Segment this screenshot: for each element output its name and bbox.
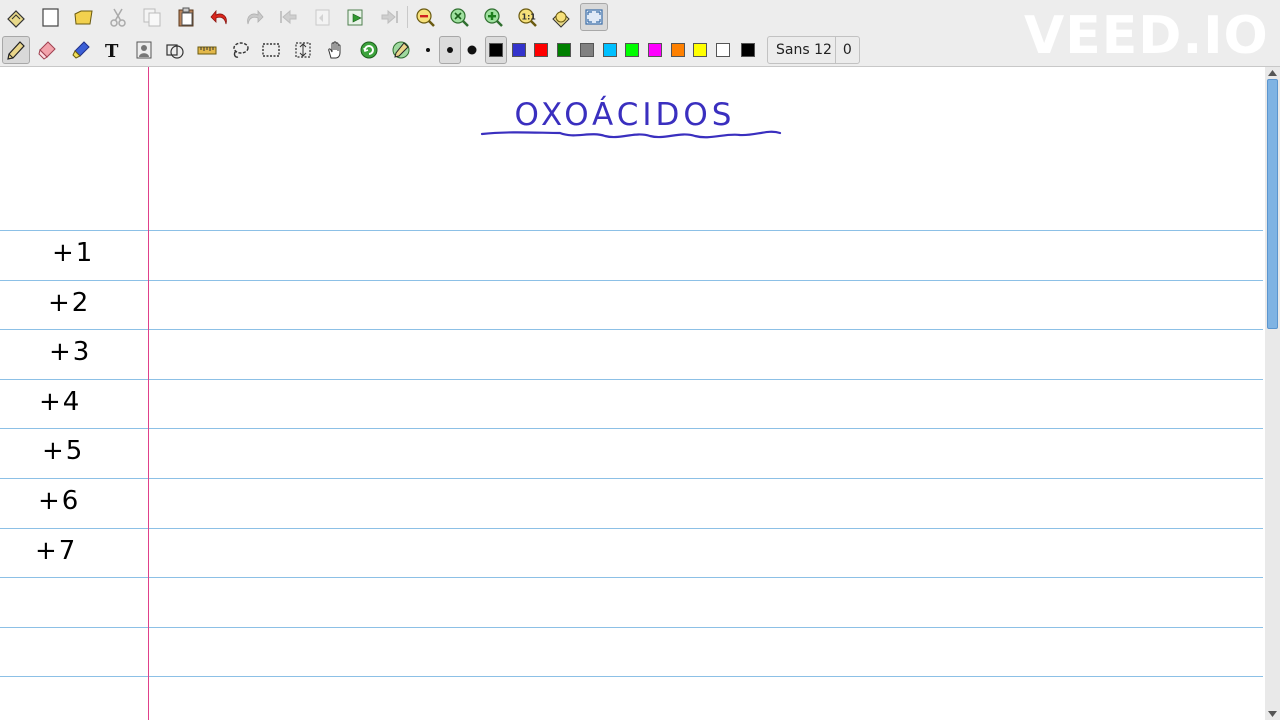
ruled-line (0, 329, 1263, 330)
ruled-line (0, 478, 1263, 479)
margin-line (148, 67, 149, 720)
color-swatch-2[interactable] (530, 36, 552, 64)
paste-icon[interactable] (172, 3, 200, 31)
undo-icon[interactable] (206, 3, 234, 31)
fullscreen-icon[interactable] (580, 3, 608, 31)
color-swatch-0[interactable] (485, 36, 507, 64)
vertical-scrollbar[interactable] (1265, 67, 1280, 720)
ruled-line (0, 230, 1263, 231)
current-color-button[interactable] (737, 36, 759, 64)
oxidation-state-label: +1 (52, 238, 95, 268)
font-name: Sans 12 (776, 42, 832, 58)
scrollbar-thumb[interactable] (1267, 79, 1278, 329)
annotate-pdf-icon[interactable] (547, 3, 575, 31)
color-swatch-9[interactable] (689, 36, 711, 64)
ruled-line (0, 676, 1263, 677)
color-swatch-5[interactable] (599, 36, 621, 64)
shape-recognizer-icon[interactable] (161, 36, 189, 64)
svg-text:T: T (105, 41, 119, 61)
toolbar: 1:1 VEED.IO T Sans 12 0 (0, 0, 1280, 67)
highlighter-icon[interactable] (67, 36, 95, 64)
ruled-line (0, 528, 1263, 529)
new-document-icon[interactable] (2, 3, 30, 31)
toolbar-row-tools: T Sans 12 0 (0, 33, 1280, 66)
color-swatch-fill (625, 43, 639, 57)
color-swatch-4[interactable] (576, 36, 598, 64)
lasso-select-icon[interactable] (226, 36, 254, 64)
color-swatch-fill (693, 43, 707, 57)
cut-icon[interactable] (104, 3, 132, 31)
color-swatch-fill (603, 43, 617, 57)
zoom-in-icon[interactable] (479, 3, 507, 31)
color-swatch-fill (671, 43, 685, 57)
new-page-icon[interactable] (36, 3, 64, 31)
text-icon[interactable]: T (98, 36, 126, 64)
title-text: OXOÁCIDOS (515, 97, 736, 133)
oxidation-state-label: +4 (39, 387, 82, 417)
oxidation-state-label: +3 (49, 337, 92, 367)
ruled-line (0, 577, 1263, 578)
color-swatch-3[interactable] (553, 36, 575, 64)
pen-icon[interactable] (2, 36, 30, 64)
color-swatch-fill (512, 43, 526, 57)
oxidation-state-label: +7 (35, 536, 78, 566)
first-page-icon[interactable] (274, 3, 302, 31)
oxidation-state-label: +2 (48, 288, 91, 318)
pen-size-medium[interactable] (439, 36, 461, 64)
previous-page-icon[interactable] (308, 3, 336, 31)
color-swatch-fill (648, 43, 662, 57)
open-folder-icon[interactable] (70, 3, 98, 31)
ruled-line (0, 379, 1263, 380)
color-swatch-fill (489, 43, 503, 57)
vertical-space-icon[interactable] (289, 36, 317, 64)
color-swatch-1[interactable] (508, 36, 530, 64)
hand-shape-icon[interactable] (387, 36, 415, 64)
color-swatch-fill (716, 43, 730, 57)
zoom-100-icon[interactable]: 1:1 (513, 3, 541, 31)
color-swatch-6[interactable] (621, 36, 643, 64)
color-swatch-fill (557, 43, 571, 57)
rectangle-select-icon[interactable] (257, 36, 285, 64)
handwritten-title: OXOÁCIDOS (480, 97, 782, 139)
oxidation-state-label: +5 (42, 436, 85, 466)
scroll-up-arrow-icon[interactable] (1265, 67, 1280, 79)
color-swatch-8[interactable] (667, 36, 689, 64)
ruled-line (0, 428, 1263, 429)
ruler-icon[interactable] (193, 36, 221, 64)
color-swatch-7[interactable] (644, 36, 666, 64)
notebook-page[interactable]: OXOÁCIDOS +1 +2 +3 +4 +5 +6 +7 (0, 67, 1265, 720)
ruled-line (0, 627, 1263, 628)
toolbar-row-main: 1:1 VEED.IO (0, 0, 1280, 66)
last-page-icon[interactable] (376, 3, 404, 31)
copy-icon[interactable] (138, 3, 166, 31)
ruled-line (0, 280, 1263, 281)
color-swatch-fill (534, 43, 548, 57)
default-tool-icon[interactable] (355, 36, 383, 64)
color-swatch-fill (580, 43, 594, 57)
color-swatch-10[interactable] (712, 36, 734, 64)
svg-text:1:1: 1:1 (522, 13, 537, 22)
image-icon[interactable] (130, 36, 158, 64)
pen-size-thin[interactable] (417, 36, 439, 64)
next-page-icon[interactable] (342, 3, 370, 31)
scroll-down-arrow-icon[interactable] (1265, 708, 1280, 720)
font-value: 0 (834, 37, 859, 63)
toolbar-separator (407, 6, 408, 28)
font-button[interactable]: Sans 12 0 (767, 36, 860, 64)
redo-icon[interactable] (240, 3, 268, 31)
hand-icon[interactable] (321, 36, 349, 64)
zoom-out-icon[interactable] (411, 3, 439, 31)
pen-size-thick[interactable] (461, 36, 483, 64)
eraser-icon[interactable] (33, 36, 61, 64)
zoom-fit-icon[interactable] (445, 3, 473, 31)
current-color-fill (741, 43, 755, 57)
oxidation-state-label: +6 (38, 486, 81, 516)
